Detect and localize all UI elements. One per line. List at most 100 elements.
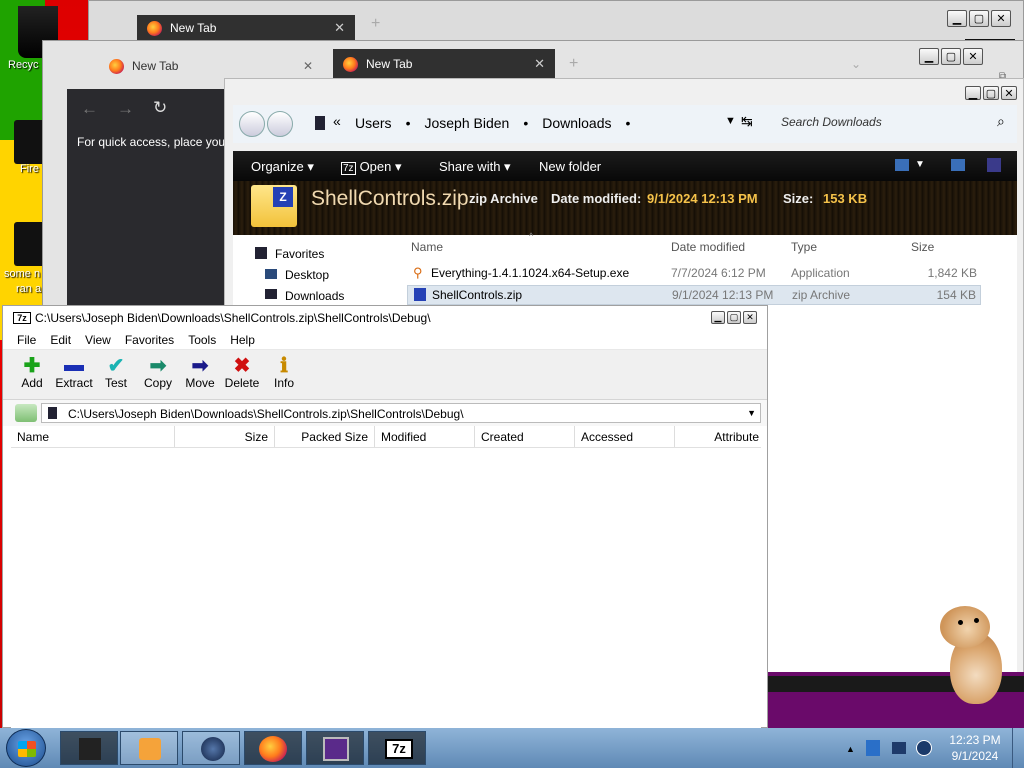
clock-date[interactable]: 9/1/2024 [944,749,1006,763]
maximize-button[interactable]: ▢ [969,10,989,27]
address-dropdown-icon[interactable]: ▼ [725,115,736,127]
show-hidden-icons[interactable]: ▲ [846,744,855,754]
taskbar-app-media-player[interactable] [120,731,178,765]
column-header-name[interactable]: Name [411,240,443,254]
folder-icon [48,407,57,419]
breadcrumb-separator-icon[interactable]: • [523,115,528,131]
back-button[interactable] [239,111,265,137]
column-header-name[interactable]: Name [11,426,175,447]
refresh-icon[interactable]: ↹ [741,113,753,130]
volume-icon[interactable] [916,740,932,756]
start-button[interactable] [6,729,46,767]
tab-list-chevron-icon[interactable]: ⌄ [851,57,861,71]
close-button[interactable]: ✕ [743,311,757,324]
forward-button[interactable] [267,111,293,137]
file-row[interactable]: ⚲ Everything-1.4.1.1024.x64-Setup.exe 7/… [407,263,981,283]
taskbar-app-black-box[interactable] [60,731,118,765]
preview-date: 9/1/2024 12:13 PM [647,191,758,206]
help-icon[interactable] [987,158,1001,172]
close-button[interactable]: ✕ [963,48,983,65]
file-list[interactable] [11,448,761,728]
menu-favorites[interactable]: Favorites [125,333,174,347]
add-button[interactable]: ✚ Add [11,354,53,391]
info-icon: ℹ [280,354,288,377]
column-header-date[interactable]: Date modified [671,240,745,254]
menu-edit[interactable]: Edit [50,333,71,347]
show-desktop-button[interactable] [1012,728,1024,768]
minimize-button[interactable]: ▁ [919,48,939,65]
nav-downloads[interactable]: Downloads [285,289,344,303]
breadcrumb-overflow-icon[interactable]: « [333,113,341,129]
nav-desktop[interactable]: Desktop [285,268,329,282]
delete-button[interactable]: ✖ Delete [221,354,263,391]
file-row-selected[interactable]: ShellControls.zip 9/1/2024 12:13 PM zip … [407,285,981,305]
taskbar-app-firefox[interactable] [244,731,302,765]
maximize-button[interactable]: ▢ [941,48,961,65]
preview-pane-icon[interactable] [951,159,965,171]
extract-button[interactable]: ▬ Extract [53,354,95,391]
menu-view[interactable]: View [85,333,111,347]
organize-button[interactable]: Organize ▾ [251,159,314,175]
maximize-button[interactable]: ▢ [983,86,999,100]
view-options-icon[interactable] [895,159,909,171]
column-headers: Name Size Packed Size Modified Created A… [11,426,761,448]
info-button[interactable]: ℹ Info [263,354,305,391]
new-folder-button[interactable]: New folder [539,159,601,174]
maximize-button[interactable]: ▢ [727,311,741,324]
breadcrumb-item[interactable]: Users [355,115,392,131]
taskbar-app-visual-studio[interactable] [306,731,364,765]
column-header-accessed[interactable]: Accessed [575,426,675,447]
close-tab-icon[interactable]: ✕ [534,56,545,72]
breadcrumb-separator-icon[interactable]: • [406,115,411,131]
column-header-modified[interactable]: Modified [375,426,475,447]
new-tab-icon[interactable]: + [371,15,380,33]
open-button[interactable]: 7z Open ▾ [341,159,402,175]
network-icon[interactable] [892,742,906,754]
column-header-size[interactable]: Size [911,240,934,254]
minimize-button[interactable]: ▁ [965,86,981,100]
minimize-button[interactable]: ▁ [711,311,725,324]
column-header-type[interactable]: Type [791,240,817,254]
search-icon[interactable]: ⌕ [997,113,1005,130]
share-with-button[interactable]: Share with ▾ [439,159,511,175]
nav-favorites[interactable]: Favorites [275,247,324,261]
menu-help[interactable]: Help [230,333,255,347]
breadcrumb-item[interactable]: Downloads [542,115,611,131]
copy-button[interactable]: ➡ Copy [137,354,179,391]
close-button[interactable]: ✕ [991,10,1011,27]
address-input[interactable]: C:\Users\Joseph Biden\Downloads\ShellCon… [41,403,761,423]
tab-new-tab-inactive[interactable]: New Tab ✕ [99,53,323,79]
file-type: Application [791,266,850,280]
minimize-button[interactable]: ▁ [947,10,967,27]
tray-app-icon[interactable] [866,740,880,756]
column-header-packed-size[interactable]: Packed Size [275,426,375,447]
close-button[interactable]: ✕ [1001,86,1017,100]
breadcrumb-separator-icon[interactable]: • [625,115,630,131]
tab-new-tab[interactable]: New Tab ✕ [137,15,355,41]
close-tab-icon[interactable]: ✕ [334,20,345,36]
address-dropdown-icon[interactable]: ▼ [747,408,756,418]
taskbar-app-globe[interactable] [182,731,240,765]
reload-icon[interactable]: ↻ [153,98,167,118]
search-input[interactable]: Search Downloads [781,115,882,129]
column-header-attributes[interactable]: Attribute [675,426,761,447]
new-tab-icon[interactable]: + [569,55,578,73]
firefox-icon [109,58,124,74]
tab-new-tab-active[interactable]: New Tab ✕ [333,49,555,79]
move-button[interactable]: ➡ Move [179,354,221,391]
taskbar-app-7zip[interactable]: 7z [368,731,426,765]
forward-arrow-icon[interactable]: → [117,99,134,119]
back-arrow-icon[interactable]: ← [81,99,98,119]
close-tab-icon[interactable]: ✕ [303,59,313,73]
view-dropdown-icon[interactable]: ▼ [915,159,925,170]
breadcrumb-item[interactable]: Joseph Biden [424,115,509,131]
up-folder-icon[interactable] [15,404,37,422]
menu-tools[interactable]: Tools [188,333,216,347]
menu-file[interactable]: File [17,333,36,347]
test-button[interactable]: ✔ Test [95,354,137,391]
hamster-desktop-pet[interactable] [936,606,1008,706]
column-header-size[interactable]: Size [175,426,275,447]
column-header-created[interactable]: Created [475,426,575,447]
preview-date-label: Date modified: [551,191,642,206]
clock-time[interactable]: 12:23 PM [944,733,1006,747]
